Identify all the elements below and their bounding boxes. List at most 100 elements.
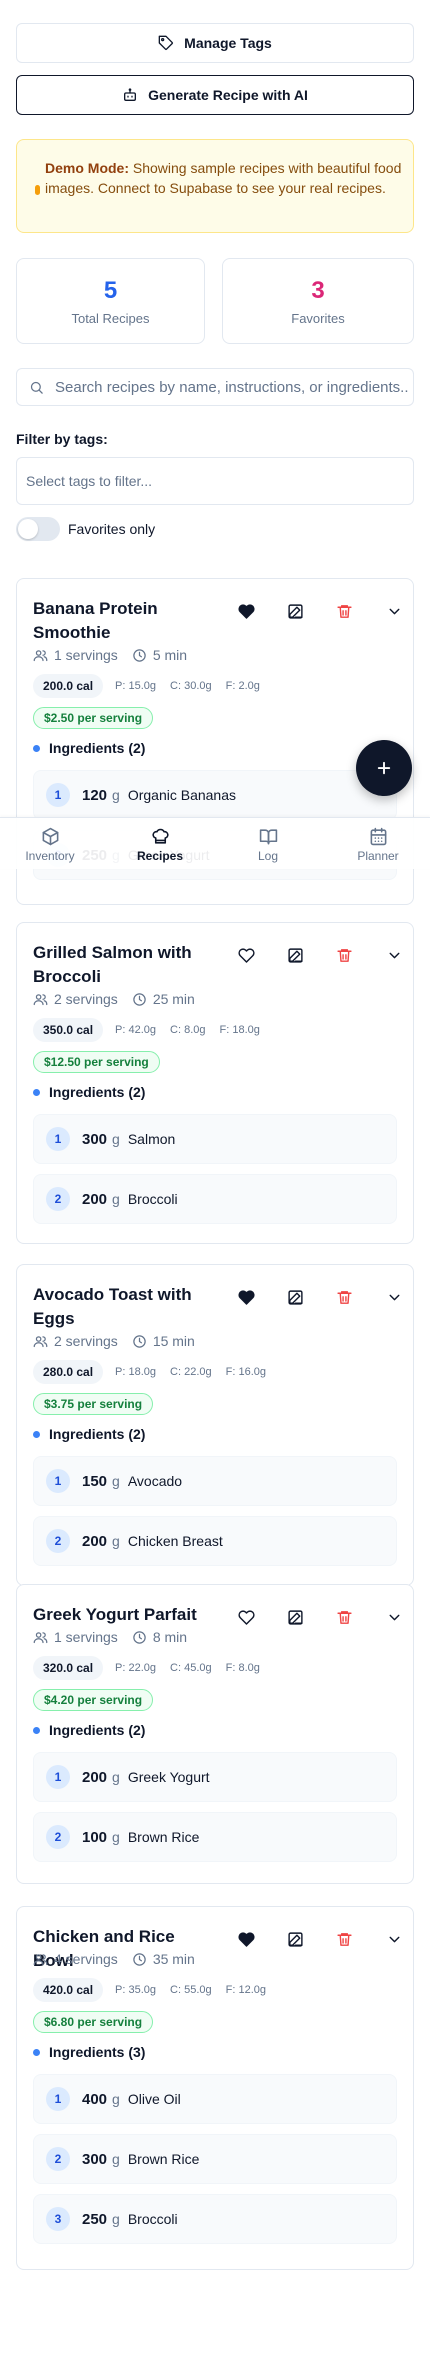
heart-icon [237, 1931, 255, 1947]
delete-recipe-button[interactable] [330, 941, 358, 969]
plus-icon [377, 761, 391, 775]
edit-recipe-button[interactable] [281, 941, 309, 969]
favorite-button[interactable] [232, 941, 260, 969]
ingredients-header: Ingredients (2) [33, 1084, 145, 1100]
ingredient-row: 2 200 g Chicken Breast [33, 1516, 397, 1566]
favorites-only-toggle[interactable] [16, 517, 60, 541]
ingredients-header: Ingredients (2) [33, 740, 145, 756]
ingredient-name: Broccoli [127, 2211, 178, 2227]
trash-icon [336, 948, 352, 962]
fat-value: F: 2.0g [225, 680, 260, 692]
recipe-card: Chicken and Rice Bowl 4 servings 35 min … [16, 1906, 414, 2270]
recipe-card: Greek Yogurt Parfait 1 servings 8 min 32… [16, 1584, 414, 1884]
ingredient-index: 2 [46, 1187, 70, 1211]
ingredient-index: 1 [46, 2087, 70, 2111]
total-recipes-label: Total Recipes [71, 311, 150, 326]
demo-mode-text: Demo Mode: Showing sample recipes with b… [45, 158, 405, 198]
expand-recipe-button[interactable] [380, 1603, 408, 1631]
search-icon [30, 381, 43, 394]
edit-recipe-button[interactable] [281, 1925, 309, 1953]
price-per-serving-badge: $12.50 per serving [33, 1051, 160, 1073]
fat-value: F: 18.0g [219, 1024, 260, 1036]
protein-value: P: 22.0g [115, 1662, 157, 1674]
edit-recipe-button[interactable] [281, 597, 309, 625]
edit-icon [287, 603, 303, 619]
carbs-value: C: 30.0g [170, 680, 212, 692]
clock-icon [133, 992, 146, 1006]
users-icon [33, 1953, 48, 1965]
manage-tags-button[interactable]: Manage Tags [16, 23, 414, 63]
favorite-button[interactable] [232, 597, 260, 625]
ingredient-row: 2 200 g Broccoli [33, 1174, 397, 1224]
package-icon [42, 827, 58, 846]
delete-recipe-button[interactable] [330, 1925, 358, 1953]
favorites-count: 3 [311, 277, 325, 304]
edit-recipe-button[interactable] [281, 1283, 309, 1311]
ingredient-unit: g [112, 2091, 120, 2107]
ingredient-index: 2 [46, 1529, 70, 1553]
ingredients-header: Ingredients (2) [33, 1426, 145, 1442]
bullet-dot-icon [33, 2048, 40, 2056]
expand-recipe-button[interactable] [380, 941, 408, 969]
ingredient-name: Chicken Breast [127, 1533, 223, 1549]
bullet-dot-icon [33, 744, 40, 752]
carbs-value: C: 22.0g [170, 1366, 212, 1378]
favorite-button[interactable] [232, 1283, 260, 1311]
recipe-title: Greek Yogurt Parfait [33, 1605, 197, 1624]
favorites-only-label: Favorites only [68, 521, 156, 537]
ingredient-name: Brown Rice [127, 2151, 200, 2167]
edit-icon [287, 947, 303, 963]
recipe-title: Banana Protein Smoothie [33, 599, 158, 642]
recipe-meta: 4 servings 35 min [33, 1951, 195, 1967]
calories-badge: 200.0 cal [33, 674, 104, 698]
recipe-card: Grilled Salmon with Broccoli 2 servings … [16, 922, 414, 1244]
delete-recipe-button[interactable] [330, 597, 358, 625]
ingredients-label: Ingredients (2) [49, 1084, 146, 1100]
ingredient-row: 1 120 g Organic Bananas [33, 770, 397, 820]
nav-label: Inventory [25, 849, 75, 863]
ingredient-quantity: 100 [82, 1828, 108, 1846]
ingredient-row: 2 100 g Brown Rice [33, 1812, 397, 1862]
add-recipe-button[interactable] [356, 740, 412, 796]
calories-badge: 320.0 cal [33, 1656, 104, 1680]
edit-icon [287, 1609, 303, 1625]
expand-recipe-button[interactable] [380, 597, 408, 625]
price-per-serving-badge: $3.75 per serving [33, 1393, 154, 1415]
ingredient-unit: g [112, 1131, 120, 1147]
trash-icon [336, 604, 352, 618]
nav-inventory[interactable]: Inventory [10, 827, 90, 863]
price-per-serving-badge: $4.20 per serving [33, 1689, 154, 1711]
nav-recipes[interactable]: Recipes [120, 827, 200, 863]
edit-icon [287, 1931, 303, 1947]
fat-value: F: 8.0g [225, 1662, 260, 1674]
expand-recipe-button[interactable] [380, 1925, 408, 1953]
recipe-servings: 2 servings [54, 991, 118, 1007]
users-icon [33, 649, 48, 661]
favorite-button[interactable] [232, 1603, 260, 1631]
price-per-serving-badge: $2.50 per serving [33, 707, 154, 729]
favorites-card: 3 Favorites [222, 258, 414, 344]
ingredients-header: Ingredients (2) [33, 1722, 145, 1738]
nav-planner[interactable]: Planner [338, 827, 418, 863]
recipe-time: 5 min [152, 647, 188, 663]
protein-value: P: 35.0g [115, 1984, 157, 1996]
favorite-button[interactable] [232, 1925, 260, 1953]
ingredient-index: 1 [46, 1469, 70, 1493]
generate-ai-recipe-button[interactable]: Generate Recipe with AI [16, 75, 414, 115]
heart-icon [237, 603, 255, 619]
ingredient-name: Olive Oil [127, 2091, 181, 2107]
nav-log[interactable]: Log [228, 827, 308, 863]
protein-value: P: 18.0g [115, 1366, 157, 1378]
total-recipes-card: 5 Total Recipes [16, 258, 205, 344]
ingredient-unit: g [112, 1473, 120, 1489]
expand-recipe-button[interactable] [380, 1283, 408, 1311]
delete-recipe-button[interactable] [330, 1603, 358, 1631]
nutrition-row: 350.0 cal P: 42.0g C: 8.0g F: 18.0g [33, 1018, 274, 1042]
ingredient-name: Brown Rice [127, 1829, 200, 1845]
delete-recipe-button[interactable] [330, 1283, 358, 1311]
edit-recipe-button[interactable] [281, 1603, 309, 1631]
tag-filter-select[interactable]: Select tags to filter... [16, 457, 414, 505]
recipe-actions [216, 941, 404, 969]
calories-badge: 350.0 cal [33, 1018, 104, 1042]
search-input[interactable] [55, 369, 409, 405]
